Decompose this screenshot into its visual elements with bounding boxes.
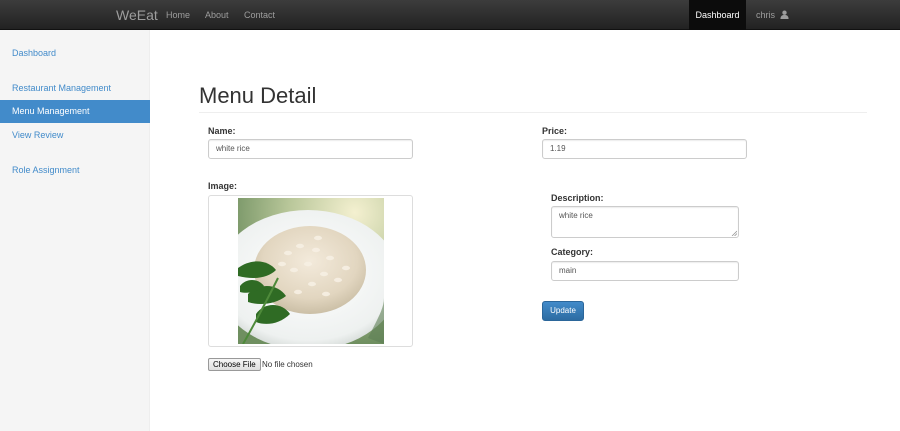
sidebar-item-restaurant-management[interactable]: Restaurant Management [0, 77, 150, 100]
nav-link-about[interactable]: About [205, 10, 229, 20]
choose-file-button[interactable]: Choose File [208, 358, 261, 371]
name-input[interactable]: white rice [208, 139, 413, 159]
sidebar-item-view-review[interactable]: View Review [0, 124, 150, 147]
update-button[interactable]: Update [542, 301, 584, 321]
description-textarea[interactable]: white rice [551, 206, 739, 238]
description-value: white rice [559, 211, 593, 220]
nav-link-home[interactable]: Home [166, 10, 190, 20]
file-status-text: No file chosen [262, 360, 313, 369]
nav-user-menu[interactable]: chris [756, 10, 789, 20]
sidebar: Dashboard Restaurant Management Menu Man… [0, 30, 150, 431]
category-input[interactable]: main [551, 261, 739, 281]
nav-link-contact[interactable]: Contact [244, 10, 275, 20]
price-label: Price: [542, 126, 568, 136]
page-title: Menu Detail [199, 83, 317, 108]
brand-logo[interactable]: WeEat [116, 7, 158, 23]
image-label: Image: [208, 181, 238, 191]
sidebar-item-menu-management[interactable]: Menu Management [0, 100, 150, 123]
user-icon [779, 10, 789, 19]
user-name: chris [756, 10, 776, 20]
sidebar-item-dashboard[interactable]: Dashboard [0, 42, 150, 65]
category-label: Category: [551, 247, 594, 257]
price-input[interactable]: 1.19 [542, 139, 747, 159]
menu-item-photo [238, 198, 384, 344]
description-label: Description: [551, 193, 604, 203]
sidebar-item-role-assignment[interactable]: Role Assignment [0, 159, 150, 182]
top-navbar: WeEat Home About Contact Dashboard chris [0, 0, 900, 30]
nav-link-dashboard[interactable]: Dashboard [689, 0, 746, 30]
name-label: Name: [208, 126, 236, 136]
menu-image-frame [208, 195, 413, 347]
resize-grip-icon[interactable] [731, 230, 737, 236]
title-divider [199, 112, 867, 113]
